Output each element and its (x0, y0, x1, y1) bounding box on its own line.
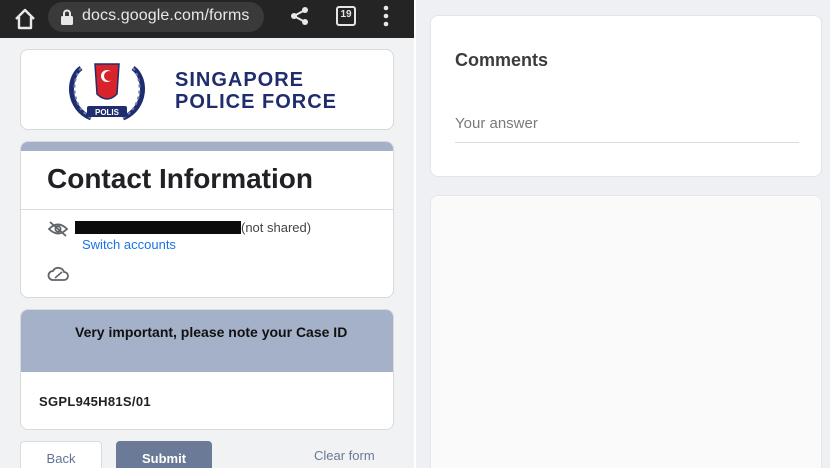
submit-button[interactable]: Submit (116, 441, 212, 468)
tabs-icon[interactable]: 19 (336, 6, 356, 26)
share-icon[interactable] (289, 5, 311, 27)
case-id-card: Very important, please note your Case ID… (20, 309, 394, 430)
org-name-line2: POLICE FORCE (175, 91, 338, 113)
contact-section-card: Contact Information (not shared) Switch … (20, 141, 394, 298)
header-logo-card: POLIS SINGAPORE POLICE FORCE (20, 49, 394, 130)
form-screenshot-left: docs.google.com/forms 19 POLIS SINGAPORE… (0, 0, 414, 468)
case-id-header: Very important, please note your Case ID (21, 310, 393, 372)
police-crest-logo: POLIS (69, 63, 145, 121)
crest-text: POLIS (95, 108, 120, 117)
address-bar[interactable]: docs.google.com/forms (48, 2, 264, 32)
tab-count: 19 (340, 9, 352, 20)
case-id-value: SGPL945H81S/01 (39, 394, 151, 409)
case-id-header-text: Very important, please note your Case ID (75, 324, 348, 340)
form-screenshot-right: Comments Your answer (416, 0, 830, 468)
home-icon[interactable] (12, 6, 38, 32)
cloud-off-icon (47, 266, 69, 281)
section-accent-bar (21, 142, 393, 151)
clear-form-button[interactable]: Clear form (314, 448, 375, 463)
eye-off-icon (47, 221, 69, 237)
lock-icon (61, 9, 73, 25)
back-button[interactable]: Back (20, 441, 102, 468)
not-shared-label: (not shared) (241, 220, 312, 235)
url-text: docs.google.com/forms (82, 7, 250, 24)
comments-card: Comments Your answer (430, 15, 822, 177)
kebab-menu-icon[interactable] (380, 5, 392, 27)
browser-toolbar: docs.google.com/forms 19 (0, 0, 414, 38)
redacted-email (75, 221, 241, 234)
section-title: Contact Information (47, 163, 313, 194)
comments-answer-input[interactable]: Your answer (455, 115, 799, 143)
org-name-line1: SINGAPORE (175, 69, 305, 91)
switch-accounts-link[interactable]: Switch accounts (82, 237, 176, 252)
section-divider (21, 209, 393, 210)
org-name: SINGAPORE POLICE FORCE (175, 69, 337, 113)
blurred-card (430, 195, 822, 468)
comments-label: Comments (455, 50, 549, 70)
